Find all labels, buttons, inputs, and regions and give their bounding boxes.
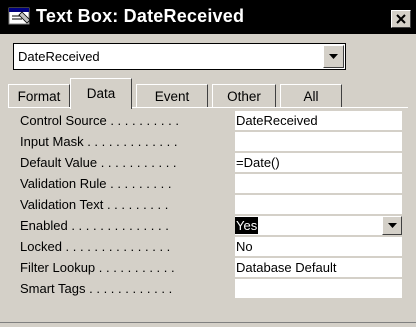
tab-strip: Format Data Event Other All [8,78,408,109]
property-value-field[interactable] [235,195,402,214]
property-row-default-value[interactable]: Default Value . . . . . . . . . . . =Dat… [16,153,402,173]
property-label: Validation Text . . . . . . . . . [20,197,169,212]
property-value: DateReceived [236,113,318,128]
property-value-combobox[interactable]: Yes [235,216,402,235]
property-label: Default Value . . . . . . . . . . . [20,155,177,170]
tab-event-label: Event [154,89,190,104]
property-row-validation-text[interactable]: Validation Text . . . . . . . . . [16,195,402,215]
property-row-input-mask[interactable]: Input Mask . . . . . . . . . . . . . [16,132,402,152]
property-value-field[interactable]: DateReceived [235,111,402,130]
tab-panel-border [8,107,408,108]
tab-other-label: Other [227,89,261,104]
property-row-control-source[interactable]: Control Source . . . . . . . . . . DateR… [16,111,402,131]
property-value: No [236,239,253,254]
property-row-enabled[interactable]: Enabled . . . . . . . . . . . . . . Yes [16,216,402,236]
property-sheet-window: Text Box: DateReceived DateReceived Form… [0,0,416,327]
title-bar[interactable]: Text Box: DateReceived [0,0,416,34]
object-selector-combobox[interactable]: DateReceived [13,43,346,70]
tab-other[interactable]: Other [212,84,276,108]
property-value-field[interactable]: =Date() [235,153,402,172]
textbox-properties-icon [8,6,32,28]
property-row-validation-rule[interactable]: Validation Rule . . . . . . . . . [16,174,402,194]
property-value-field[interactable]: No [235,237,402,256]
property-label: Enabled . . . . . . . . . . . . . . [20,218,169,233]
tab-data[interactable]: Data [70,78,132,109]
tab-all[interactable]: All [280,84,342,108]
property-label: Smart Tags . . . . . . . . . . . . [20,281,173,296]
property-row-locked[interactable]: Locked . . . . . . . . . . . . . . . No [16,237,402,257]
property-label: Locked . . . . . . . . . . . . . . . [20,239,171,254]
close-icon [396,14,406,24]
property-value-field[interactable] [235,132,402,151]
tab-data-label: Data [86,86,116,101]
tab-event[interactable]: Event [136,84,208,108]
enabled-dropdown-button[interactable] [382,216,402,235]
property-value-field[interactable] [235,174,402,193]
chevron-down-icon [329,54,338,59]
property-row-filter-lookup[interactable]: Filter Lookup . . . . . . . . . . . Data… [16,258,402,278]
object-selector-dropdown-button[interactable] [323,45,344,68]
property-label: Input Mask . . . . . . . . . . . . . [20,134,178,149]
property-value-field[interactable] [235,279,402,298]
window-title: Text Box: DateReceived [36,6,245,26]
close-button[interactable] [391,10,411,28]
property-label: Validation Rule . . . . . . . . . [20,176,172,191]
property-value-field[interactable]: Database Default [235,258,402,277]
property-row-smart-tags[interactable]: Smart Tags . . . . . . . . . . . . [16,279,402,299]
tab-format-label: Format [17,89,61,104]
property-label: Filter Lookup . . . . . . . . . . . [20,260,175,275]
chevron-down-icon [388,223,397,228]
tab-format[interactable]: Format [8,84,70,108]
object-selector-value: DateReceived [18,49,100,64]
tab-all-label: All [303,89,319,104]
property-value: Database Default [236,260,337,275]
property-label: Control Source . . . . . . . . . . [20,113,179,128]
property-value: =Date() [236,155,280,170]
property-value-selected: Yes [235,217,259,234]
window-bottom-edge [0,322,416,327]
